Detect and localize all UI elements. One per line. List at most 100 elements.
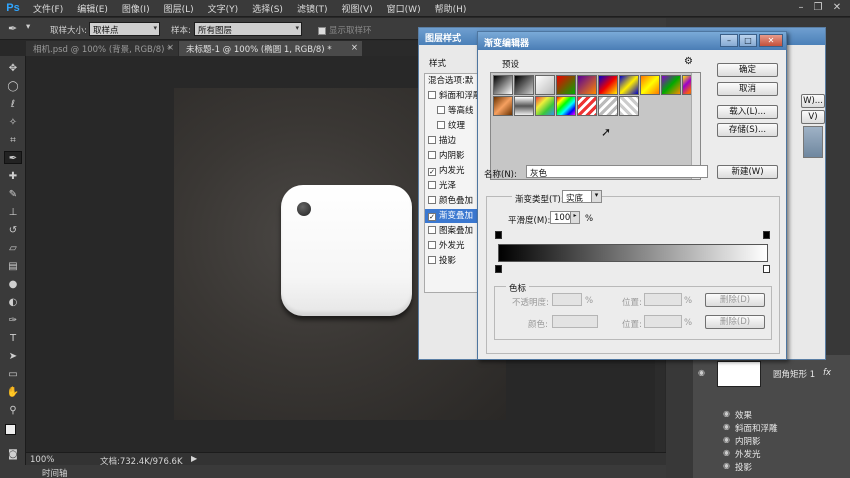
name-input[interactable]: 灰色 <box>526 165 708 179</box>
history-brush-icon[interactable]: ↺ <box>4 224 22 237</box>
layer-row-rounded-rect[interactable]: ◉ 圆角矩形 1 fx <box>693 359 850 387</box>
lasso-icon[interactable]: ℓ <box>4 98 22 111</box>
show-ring-option[interactable]: 显示取样环 <box>318 24 372 36</box>
menu-edit[interactable]: 编辑(E) <box>70 2 115 15</box>
style-checkbox[interactable] <box>428 91 436 99</box>
eye-icon[interactable]: ◉ <box>723 422 730 431</box>
new-button[interactable]: 新建(W) <box>717 165 778 179</box>
cancel-button[interactable]: 取消 <box>717 82 778 96</box>
menu-select[interactable]: 选择(S) <box>245 2 290 15</box>
minimize-icon[interactable]: – <box>720 34 738 47</box>
preset-swatch[interactable] <box>514 96 534 116</box>
color-stop-left[interactable] <box>495 265 502 273</box>
restore-icon[interactable]: ❐ <box>810 2 826 14</box>
style-checkbox[interactable] <box>428 256 436 264</box>
tab-untitled-1[interactable]: 未标题-1 @ 100% (椭圆 1, RGB/8) * × <box>179 41 362 56</box>
blur-icon[interactable]: ● <box>4 278 22 291</box>
preset-swatch[interactable] <box>619 96 639 116</box>
smoothness-input[interactable]: 100 ▸ <box>550 211 580 224</box>
preset-swatch[interactable] <box>493 96 513 116</box>
menu-filter[interactable]: 滤镜(T) <box>290 2 335 15</box>
maximize-icon[interactable]: □ <box>739 34 757 47</box>
gradient-type-select[interactable]: 实底 ▾ <box>562 190 602 204</box>
brush-icon[interactable]: ✎ <box>4 188 22 201</box>
magic-wand-icon[interactable]: ✧ <box>4 116 22 129</box>
menu-image[interactable]: 图像(I) <box>115 2 157 15</box>
preset-swatch[interactable] <box>493 75 513 95</box>
layer-style-preview-toggle[interactable]: V) <box>801 110 825 124</box>
quick-mask-icon[interactable]: ◙ <box>4 448 22 461</box>
zoom-icon[interactable]: ⚲ <box>4 404 22 417</box>
gear-icon[interactable]: ⚙ <box>684 56 693 67</box>
color-stop-right[interactable] <box>763 265 770 273</box>
style-checkbox[interactable] <box>428 136 436 144</box>
pen-icon[interactable]: ✑ <box>4 314 22 327</box>
eye-icon[interactable]: ◉ <box>723 435 730 444</box>
preset-swatch[interactable] <box>535 96 555 116</box>
eye-icon[interactable]: ◉ <box>698 368 705 377</box>
delete-opacity-stop-button[interactable]: 删除(D) <box>705 293 765 307</box>
eye-icon[interactable]: ◉ <box>723 448 730 457</box>
style-checkbox-checked[interactable]: ✓ <box>428 168 436 176</box>
tab-camera-psd[interactable]: 相机.psd @ 100% (背景, RGB/8) * × <box>26 41 178 56</box>
preset-swatch[interactable] <box>619 75 639 95</box>
preset-swatch[interactable] <box>556 75 576 95</box>
gradient-icon[interactable]: ▤ <box>4 260 22 273</box>
preset-swatch[interactable] <box>535 75 555 95</box>
marquee-icon[interactable]: ◯ <box>4 80 22 93</box>
fx-icon[interactable]: fx <box>823 368 831 378</box>
style-checkbox[interactable] <box>437 121 445 129</box>
tool-preset-chevron-icon[interactable]: ▾ <box>26 22 30 32</box>
style-checkbox[interactable] <box>428 151 436 159</box>
close-tab-icon[interactable]: × <box>167 43 174 53</box>
close-icon[interactable]: ✕ <box>829 2 845 14</box>
close-tab-icon[interactable]: × <box>351 43 358 53</box>
delete-color-stop-button[interactable]: 删除(D) <box>705 315 765 329</box>
status-menu-arrow-icon[interactable]: ▶ <box>191 454 197 463</box>
menu-file[interactable]: 文件(F) <box>26 2 70 15</box>
style-checkbox[interactable] <box>428 241 436 249</box>
preset-swatch[interactable] <box>577 96 597 116</box>
sample-size-select[interactable]: 取样点 ▾ <box>89 22 160 36</box>
ellipse-shape[interactable] <box>297 202 311 216</box>
opacity-stop-right[interactable] <box>763 231 770 239</box>
opacity-stop-left[interactable] <box>495 231 502 239</box>
style-checkbox[interactable] <box>428 226 436 234</box>
menu-view[interactable]: 视图(V) <box>334 2 379 15</box>
close-icon[interactable]: ✕ <box>759 34 783 47</box>
chevron-right-icon[interactable]: ▸ <box>570 212 579 223</box>
menu-window[interactable]: 窗口(W) <box>380 2 428 15</box>
opacity-location-input[interactable] <box>644 293 682 306</box>
eraser-icon[interactable]: ▱ <box>4 242 22 255</box>
effect-row[interactable]: ◉ 外发光 <box>693 448 850 462</box>
effect-row[interactable]: ◉ 斜面和浮雕 <box>693 422 850 436</box>
load-button[interactable]: 载入(L)... <box>717 105 778 119</box>
opacity-input[interactable] <box>552 293 582 306</box>
menu-help[interactable]: 帮助(H) <box>428 2 474 15</box>
effect-row[interactable]: ◉ 内阴影 <box>693 435 850 449</box>
eye-icon[interactable]: ◉ <box>723 409 730 418</box>
eyedropper-icon[interactable]: ✒ <box>4 151 22 164</box>
sample-select[interactable]: 所有图层 ▾ <box>194 22 302 36</box>
ok-button[interactable]: 确定 <box>717 63 778 77</box>
presets-scrollbar[interactable] <box>691 73 700 179</box>
style-checkbox-checked[interactable]: ✓ <box>428 213 436 221</box>
menu-layer[interactable]: 图层(L) <box>157 2 201 15</box>
minimize-icon[interactable]: – <box>793 2 809 14</box>
style-checkbox[interactable] <box>428 196 436 204</box>
save-button[interactable]: 存储(S)... <box>717 123 778 137</box>
hand-icon[interactable]: ✋ <box>4 386 22 399</box>
gradient-preview-bar[interactable] <box>498 244 768 262</box>
layer-style-new-style-button[interactable]: W)... <box>801 94 825 108</box>
styles-header[interactable]: 样式 <box>429 57 446 69</box>
crop-icon[interactable]: ⌗ <box>4 134 22 147</box>
color-swatch-input[interactable] <box>552 315 598 328</box>
type-icon[interactable]: T <box>4 332 22 345</box>
preset-swatch[interactable] <box>514 75 534 95</box>
stamp-icon[interactable]: ⊥ <box>4 206 22 219</box>
preset-swatch[interactable] <box>640 75 660 95</box>
shape-icon[interactable]: ▭ <box>4 368 22 381</box>
menu-type[interactable]: 文字(Y) <box>201 2 246 15</box>
move-icon[interactable]: ✥ <box>4 62 22 75</box>
healing-icon[interactable]: ✚ <box>4 170 22 183</box>
